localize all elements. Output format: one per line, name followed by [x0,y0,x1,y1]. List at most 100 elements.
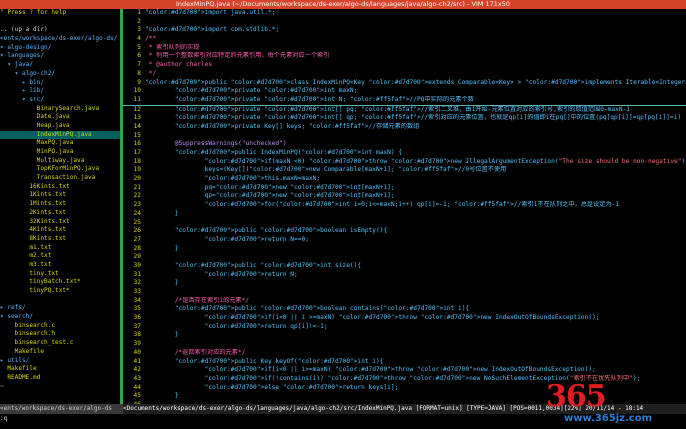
line-number: 29 [133,253,141,261]
code-line[interactable]: 16 @SuppressWarnings("unchecked") [123,140,686,149]
tree-file[interactable]: Date.java [0,113,120,122]
tree-file[interactable]: m3.txt [0,261,120,270]
tree-directory[interactable]: ▾ java/ [0,61,120,70]
tree-file[interactable]: README.md [0,374,120,383]
code-line[interactable]: 24 } [123,210,686,219]
code-line[interactable]: 3 "color:#d7d700">import com.stdlib.*; [123,26,686,35]
tree-file[interactable]: Makefile [0,348,120,357]
tree-file[interactable]: 32Kints.txt [0,218,120,227]
code-line[interactable]: 17 "color:#d7d700">public IndexMinPQ("co… [123,149,686,158]
code-line[interactable]: 42 "color:#d7d700">if(i<0 || i>=maxN) "c… [123,366,686,375]
tree-file[interactable]: tinyBatch.txt* [0,278,120,287]
code-line[interactable]: 21 pq="color:#d7d700">new "color:#d7d700… [123,184,686,193]
code-line[interactable]: 37 "color:#d7d700">return qp[i]!=-1; [123,323,686,332]
tree-file[interactable]: Multiway.java [0,157,120,166]
tree-file[interactable]: ~ [0,383,120,392]
code-line[interactable]: 7 * @author charles [123,61,686,70]
line-number: 41 [133,357,141,365]
tree-directory[interactable]: ▸ bin/ [0,79,120,88]
line-number: 7 [137,61,141,69]
tree-file[interactable]: binsearch.c [0,322,120,331]
tree-file[interactable]: Makefile [0,365,120,374]
code-line[interactable]: 23 "color:#d7d700">for("color:#d7d700">i… [123,201,686,210]
code-line[interactable]: 4 /** [123,35,686,44]
tree-file[interactable]: m1.txt [0,244,120,253]
code-line[interactable]: 10 "color:#d7d700">private "color:#d7d70… [123,87,686,96]
line-number: 21 [133,183,141,191]
code-line[interactable]: 8 */ [123,70,686,79]
tree-file[interactable]: IndexMinPQ.java [0,130,120,140]
tree-file[interactable]: 2Kints.txt [0,209,120,218]
code-line[interactable]: 32 } [123,279,686,288]
tree-directory[interactable]: ▾ languages/ [0,52,120,61]
code-line[interactable]: 35 "color:#d7d700">public "color:#d7d700… [123,305,686,314]
code-line[interactable]: 34 /*是否存在索引i的元素*/ [123,297,686,306]
code-line[interactable]: 29 [123,253,686,262]
code-line[interactable]: 41 "color:#d7d700">public Key keyOf("col… [123,358,686,367]
tree-file[interactable]: TopKForMinPQ.java [0,165,120,174]
code-line[interactable]: 36 "color:#d7d700">if(i<0 || i >=maxN) "… [123,314,686,323]
code-line[interactable]: 26 "color:#d7d700">public "color:#d7d700… [123,227,686,236]
code-line[interactable]: 14 "color:#d7d700">private Key[] keys; "… [123,123,686,132]
code-text: "color:#d7d700">import java.util.*; [145,9,276,16]
line-number: 14 [133,122,141,130]
tree-directory[interactable]: ▸ utils/ [0,357,120,366]
code-line[interactable]: 40 /*返回索引对应的元素*/ [123,349,686,358]
tree-file[interactable]: 1Kints.txt [0,191,120,200]
code-buffer[interactable]: 1 "color:#d7d700">import java.util.*; 2 3 "c… [123,9,686,404]
code-line[interactable]: 39 [123,340,686,349]
line-number: 43 [133,374,141,382]
code-line[interactable]: 9 "color:#d7d700">public "color:#d7d700">… [123,79,686,88]
tree-file[interactable]: binsearch.h [0,330,120,339]
code-line[interactable]: 25 [123,219,686,228]
tree-directory[interactable]: ▸ lib/ [0,87,120,96]
code-line[interactable]: 15 [123,132,686,141]
code-text: @SuppressWarnings("unchecked") [145,140,287,148]
code-line[interactable]: 30 "color:#d7d700">public "color:#d7d700… [123,262,686,271]
code-line[interactable]: 11 "color:#d7d700">private "color:#d7d70… [123,96,686,106]
tree-file[interactable]: 8Kints.txt [0,235,120,244]
line-number: 36 [133,314,141,322]
tree-file[interactable]: Transaction.java [0,174,120,183]
line-number: 20 [133,175,141,183]
tree-help-hint[interactable]: " Press ? for help [0,9,120,18]
code-text: "color:#d7d700">return qp[i]!=-1; [204,322,328,330]
code-line[interactable]: 19 keys=(Key[])"color:#d7d700">new Compa… [123,166,686,175]
nerdtree-sidebar[interactable]: " Press ? for help .. (up a dir) <ents/wor… [0,9,120,404]
tree-file[interactable]: Heap.java [0,122,120,131]
tree-directory[interactable]: ▾ search/ [0,313,120,322]
tree-file[interactable]: tiny.txt [0,270,120,279]
tree-directory[interactable]: ▾ algo-design/ [0,44,120,53]
tree-file[interactable]: m2.txt [0,252,120,261]
code-line[interactable]: 38 } [123,331,686,340]
code-line[interactable]: 1 "color:#d7d700">import java.util.*; [123,9,686,18]
tree-file[interactable]: binsearch_test.c [0,339,120,348]
tree-file[interactable]: BinarySearch.java [0,105,120,114]
tree-file[interactable]: 16Kints.txt [0,183,120,192]
code-line[interactable]: 18 "color:#d7d700">if(maxN <0) "color:#d… [123,158,686,167]
tree-directory[interactable]: <ents/workspace/ds-exer/algo-ds/ [0,35,120,44]
code-line[interactable]: 22 qp="color:#d7d700">new "color:#d7d700… [123,192,686,201]
tree-directory[interactable]: ▾ src/ [0,96,120,105]
code-line[interactable]: 27 "color:#d7d700">return N==0; [123,236,686,245]
tree-file[interactable]: .. (up a dir) [0,26,120,35]
tree-file[interactable]: 1Mints.txt [0,200,120,209]
code-line[interactable]: 2 [123,18,686,27]
tree-file[interactable]: tinyPQ.txt* [0,287,120,296]
line-number: 35 [133,305,141,313]
tree-directory[interactable]: ▾ algo-ch2/ [0,70,120,79]
code-line[interactable]: 6 * 利用一个整数索引对应特定的元素引用，每个元素对应一个索引 [123,52,686,61]
code-line[interactable]: 28 } [123,245,686,254]
code-text: "color:#d7d700">public Key keyOf("color:… [174,357,384,365]
code-line[interactable]: 20 "color:#d7d700">this.maxN=maxN; [123,175,686,184]
tree-file[interactable]: MinPQ.java [0,148,120,157]
code-line[interactable]: 13 "color:#d7d700">private "color:#d7d70… [123,114,686,123]
tree-file[interactable]: 4Kints.txt [0,226,120,235]
code-line[interactable]: 5 * 索引队列的实现 [123,44,686,53]
code-line[interactable]: 12 "color:#d7d700">private "color:#d7d70… [123,106,686,115]
tree-file[interactable]: MaxPQ.java [0,139,120,148]
tree-directory[interactable]: ▸ refs/ [0,304,120,313]
code-line[interactable]: 31 "color:#d7d700">return N; [123,271,686,280]
code-text: "color:#d7d700">private "color:#d7d700">… [174,114,682,122]
code-line[interactable]: 33 [123,288,686,297]
